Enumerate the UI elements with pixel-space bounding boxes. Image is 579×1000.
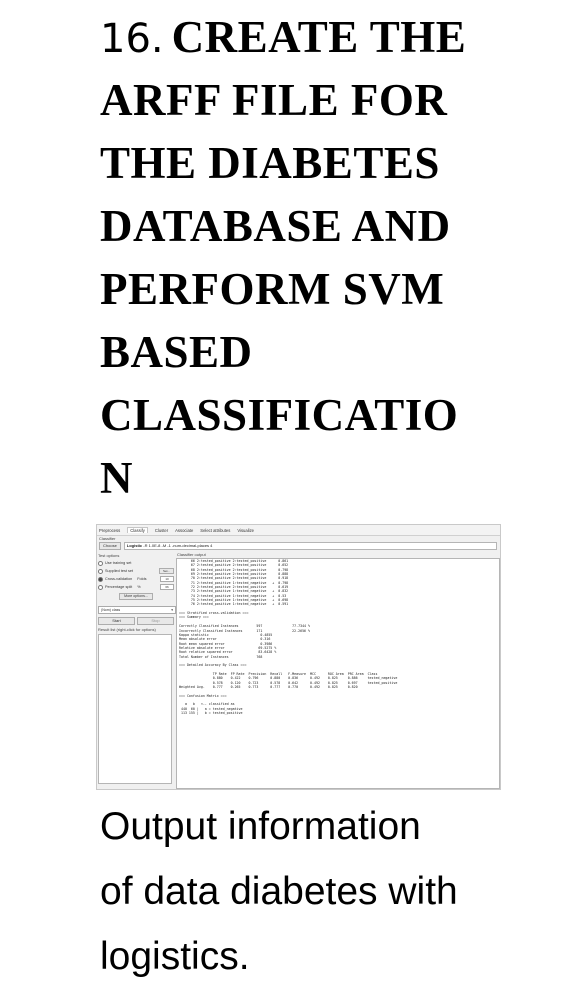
caption: Output information of data diabetes with… — [100, 794, 560, 989]
tab-classify[interactable]: Classify — [127, 527, 148, 533]
tab-preprocess[interactable]: Preprocess — [99, 528, 120, 533]
classifier-section-label: Classifier — [99, 536, 116, 541]
result-list-title: Result list (right-click for options) — [98, 627, 156, 632]
output-line: === Confusion Matrix === — [179, 693, 227, 698]
weka-tab-bar: Preprocess Classify Cluster Associate Se… — [97, 525, 500, 536]
heading-number: 16. — [100, 16, 164, 62]
weka-classifier-screenshot: Preprocess Classify Cluster Associate Se… — [96, 524, 501, 790]
stop-button[interactable]: Stop — [137, 617, 174, 625]
radio-percentage-split[interactable] — [98, 584, 103, 590]
output-line: Total Number of Instances 768 — [179, 654, 263, 659]
classifier-name: Logistic — [126, 543, 143, 548]
choose-button[interactable]: Choose — [99, 542, 121, 550]
test-options-panel: Test options Use training set Supplied t… — [98, 552, 176, 788]
test-options-title: Test options — [98, 553, 120, 558]
radio-cross-validation[interactable] — [98, 576, 103, 582]
classifier-config-field[interactable]: Logistic -R 1.0E-8 -M -1 -num-decimal-pl… — [123, 542, 497, 550]
classifier-output-area[interactable]: 66 2:tested_positive 2:tested_positive 0… — [176, 558, 500, 789]
tab-visualize[interactable]: Visualize — [237, 528, 254, 533]
classifier-row: Choose Logistic -R 1.0E-8 -M -1 -num-dec… — [99, 542, 497, 550]
class-select[interactable]: (Nom) class ▾ — [98, 606, 176, 614]
heading-line-6: BASED — [100, 327, 253, 377]
heading-line-4: DATABASE AND — [100, 201, 451, 251]
tab-associate[interactable]: Associate — [175, 528, 193, 533]
radio-training-set[interactable] — [98, 560, 103, 566]
caption-line-3: logistics. — [100, 935, 250, 978]
heading-line-8: N — [100, 453, 133, 503]
page-heading: 16. CREATE THE ARFF FILE FOR THE DIABETE… — [100, 6, 570, 510]
output-line: 113 155 | b = tested_positive — [179, 711, 243, 716]
radio-supplied-test-set[interactable] — [98, 568, 103, 574]
caption-line-1: Output information — [100, 805, 421, 848]
classifier-args: -R 1.0E-8 -M -1 -num-decimal-places 4 — [143, 543, 213, 548]
heading-line-7: CLASSIFICATIO — [100, 390, 459, 440]
result-list[interactable] — [98, 634, 172, 784]
output-line: === Detailed Accuracy By Class === — [179, 663, 247, 668]
classifier-output-title: Classifier output — [177, 552, 206, 557]
heading-line-3: THE DIABETES — [100, 138, 440, 188]
option-cross-validation[interactable]: Cross-validation Folds 10 — [98, 575, 174, 583]
classifier-output-text: 66 2:tested_positive 2:tested_positive 0… — [177, 559, 499, 715]
option-training-set[interactable]: Use training set — [98, 559, 174, 567]
start-button[interactable]: Start — [98, 617, 135, 625]
chevron-down-icon: ▾ — [171, 608, 173, 612]
set-button[interactable]: Set... — [158, 568, 174, 574]
output-line: === Summary === — [179, 615, 209, 620]
tab-cluster[interactable]: Cluster — [155, 528, 168, 533]
folds-input[interactable]: 10 — [160, 576, 174, 582]
option-supplied-test-set[interactable]: Supplied test set Set... — [98, 567, 174, 575]
more-options-button[interactable]: More options... — [119, 593, 153, 600]
heading-line-2: ARFF FILE FOR — [100, 75, 448, 125]
folds-label: Folds — [137, 577, 147, 581]
split-pct-label: % — [137, 585, 141, 589]
heading-line-5: PERFORM SVM — [100, 264, 445, 314]
output-line: Weighted Avg. 0.777 0.265 0.773 0.777 0.… — [179, 684, 358, 689]
output-line: 76 2:tested_positive 1:tested_negative +… — [179, 602, 289, 607]
tab-select-attributes[interactable]: Select attributes — [200, 528, 230, 533]
heading-line-1: 16. CREATE THE — [100, 12, 467, 62]
start-stop-row: Start Stop — [98, 617, 174, 625]
split-input[interactable]: 66 — [160, 584, 174, 590]
option-percentage-split[interactable]: Percentage split% 66 — [98, 583, 174, 591]
caption-line-2: of data diabetes with — [100, 870, 458, 913]
